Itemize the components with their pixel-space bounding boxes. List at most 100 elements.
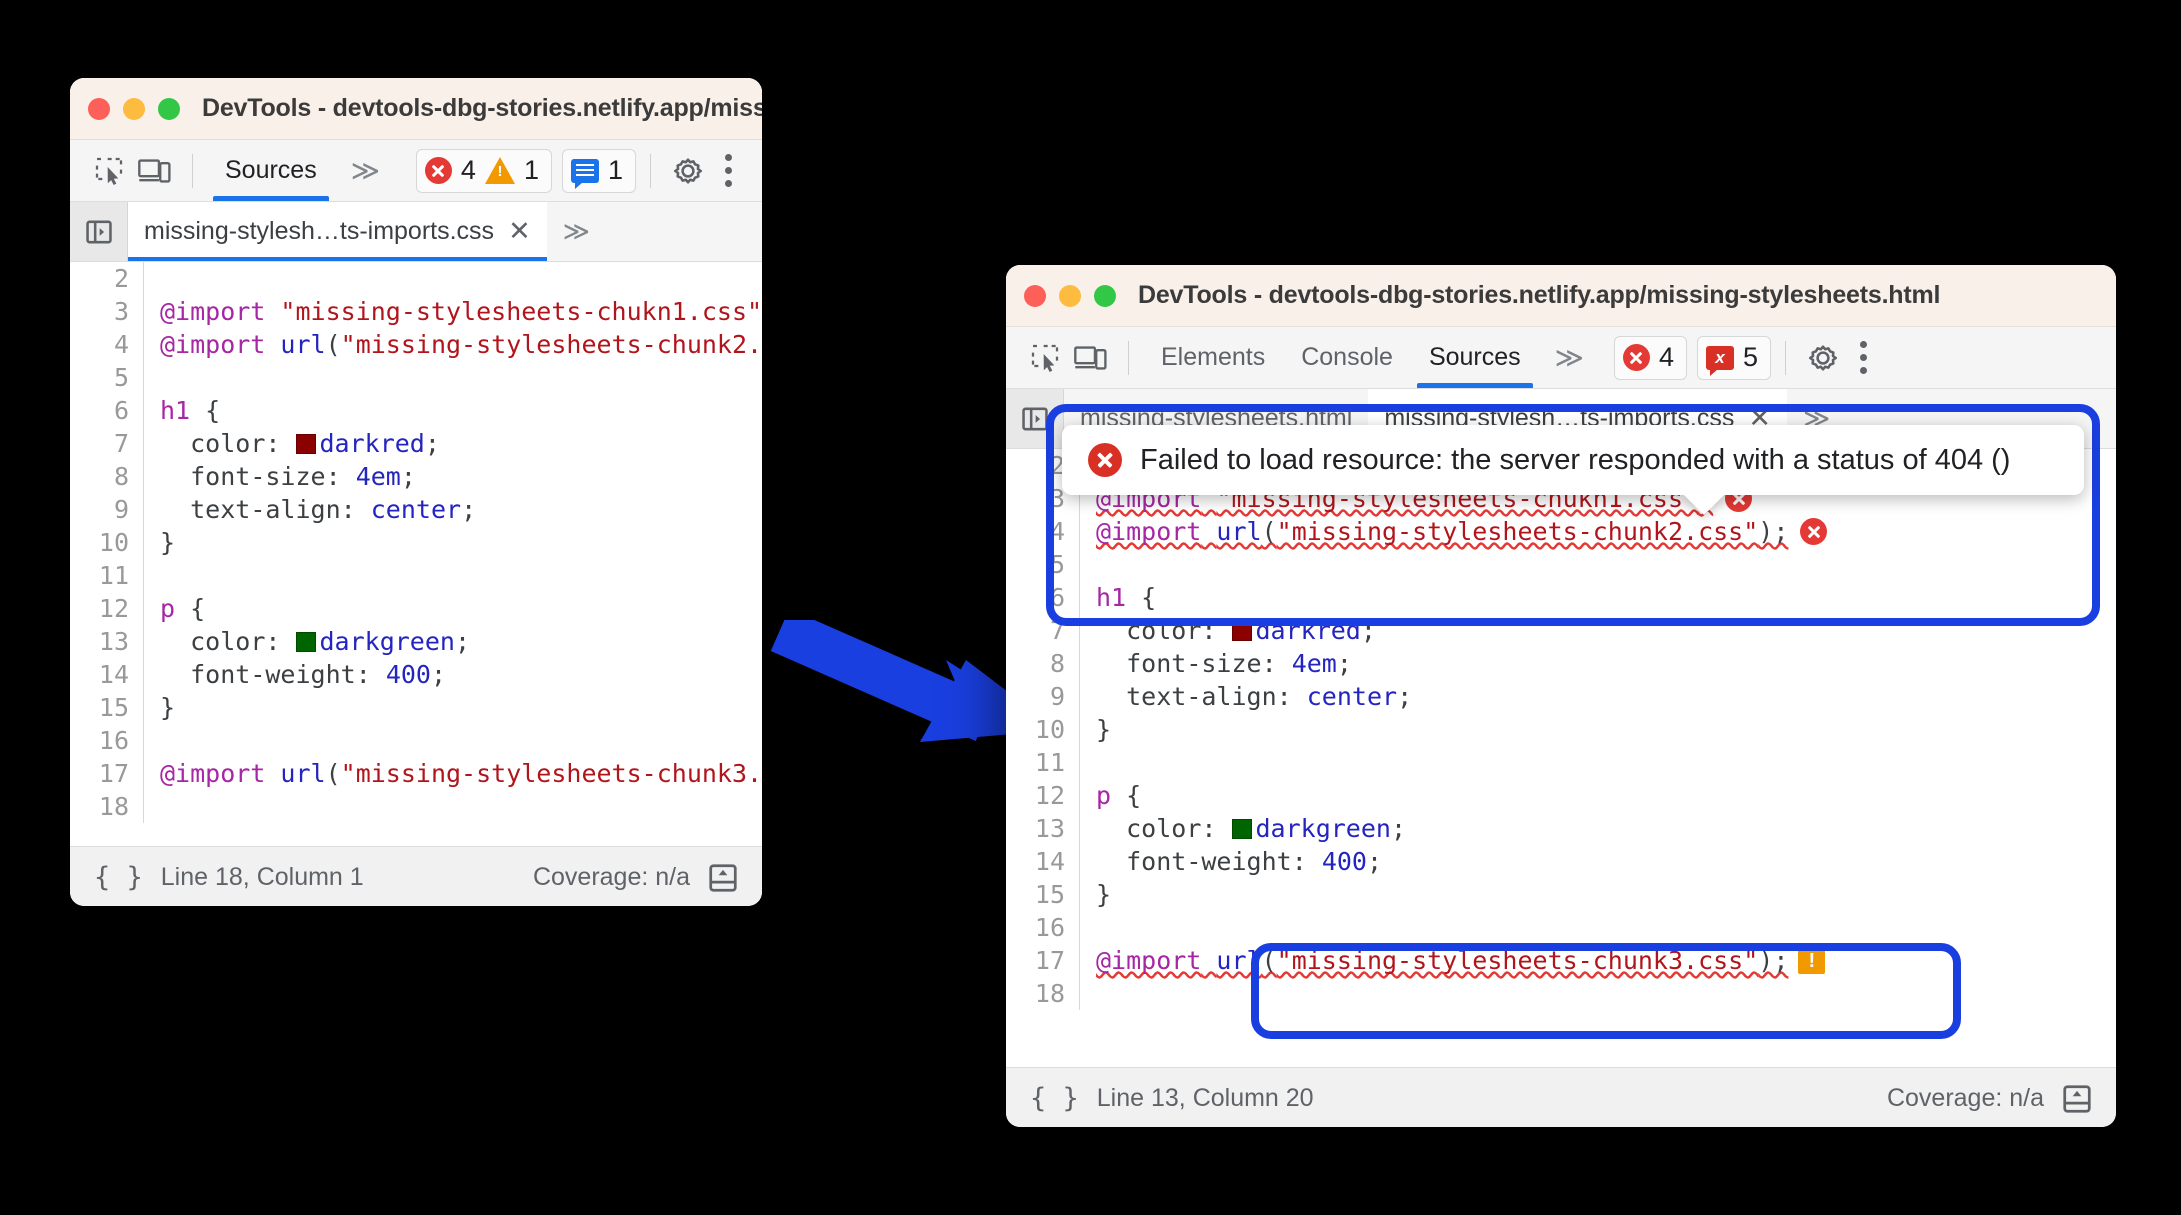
code-line[interactable]: 16 — [70, 724, 762, 757]
code-line[interactable]: 17 @import url("missing-stylesheets-chunk… — [70, 757, 762, 790]
window-1-code-editor[interactable]: 2 3 @import "missing-stylesheets-chukn1.cs… — [70, 262, 762, 846]
code-text[interactable]: color: darkred; — [1080, 614, 2116, 647]
code-text[interactable] — [1080, 548, 2116, 581]
tab-sources[interactable]: Sources — [207, 140, 335, 201]
tab-console[interactable]: Console — [1283, 327, 1411, 388]
code-line[interactable]: 17 @import url("missing-stylesheets-chunk… — [1006, 944, 2116, 977]
close-icon[interactable]: ✕ — [508, 218, 531, 245]
inline-warning-icon[interactable] — [1798, 947, 1826, 974]
code-line[interactable]: 10} — [1006, 713, 2116, 746]
code-line[interactable]: 6 h1 { — [1006, 581, 2116, 614]
devtools-window-2[interactable]: DevTools - devtools-dbg-stories.netlify.… — [1006, 265, 2116, 1127]
code-text[interactable]: color: darkgreen; — [144, 625, 762, 658]
code-line[interactable]: 5 — [1006, 548, 2116, 581]
code-line[interactable]: 13 color: darkgreen; — [1006, 812, 2116, 845]
code-text[interactable]: font-size: 4em; — [1080, 647, 2116, 680]
code-text[interactable]: h1 { — [1080, 581, 2116, 614]
code-line[interactable]: 7 color: darkred; — [70, 427, 762, 460]
tab-sources-2[interactable]: Sources — [1411, 327, 1539, 388]
code-line[interactable]: 7 color: darkred; — [1006, 614, 2116, 647]
code-line[interactable]: 15} — [1006, 878, 2116, 911]
code-text[interactable]: color: darkgreen; — [1080, 812, 2116, 845]
minimize-window-button-2[interactable] — [1059, 284, 1081, 307]
navigator-toggle-icon-2[interactable] — [1006, 389, 1064, 448]
code-line[interactable]: 18 — [70, 790, 762, 823]
device-toolbar-icon[interactable] — [132, 148, 178, 194]
show-drawer-icon-2[interactable] — [2062, 1084, 2092, 1114]
traffic-lights-2[interactable] — [1024, 284, 1116, 307]
code-line[interactable]: 16 — [1006, 911, 2116, 944]
code-text[interactable]: font-weight: 400; — [144, 658, 762, 691]
code-line[interactable]: 3 @import "missing-stylesheets-chukn1.css… — [70, 295, 762, 328]
tab-elements[interactable]: Elements — [1143, 327, 1283, 388]
code-text[interactable] — [144, 790, 762, 823]
code-text[interactable]: @import url("missing-stylesheets-chunk3.… — [1080, 944, 2116, 977]
code-text[interactable]: text-align: center; — [144, 493, 762, 526]
code-text[interactable] — [144, 724, 762, 757]
code-text[interactable]: } — [1080, 713, 2116, 746]
more-panels-chevron-icon-2[interactable]: ≫ — [1539, 327, 1600, 388]
code-line[interactable]: 15} — [70, 691, 762, 724]
tabs-overflow-chevron-icon[interactable]: ≫ — [547, 202, 606, 261]
code-line[interactable]: 10} — [70, 526, 762, 559]
window-1-file-tabs[interactable]: missing-stylesh…ts-imports.css ✕ ≫ — [70, 202, 762, 262]
kebab-menu-icon-2[interactable] — [1846, 341, 1881, 374]
inspect-element-icon-2[interactable] — [1022, 335, 1068, 381]
navigator-toggle-icon[interactable] — [70, 202, 128, 261]
code-text[interactable] — [1080, 746, 2116, 779]
window-1-badges[interactable]: 4 1 1 — [415, 148, 636, 193]
code-line[interactable]: 4 @import url("missing-stylesheets-chunk2… — [1006, 515, 2116, 548]
code-text[interactable]: color: darkred; — [144, 427, 762, 460]
inline-error-icon[interactable] — [1800, 518, 1828, 545]
code-text[interactable] — [1080, 911, 2116, 944]
message-badge[interactable]: 1 — [561, 148, 636, 193]
code-text[interactable] — [144, 361, 762, 394]
code-line[interactable]: 12 p { — [70, 592, 762, 625]
traffic-lights[interactable] — [88, 97, 180, 120]
gear-icon-2[interactable] — [1800, 335, 1846, 381]
error-badge-2[interactable]: 4 — [1613, 335, 1688, 380]
code-text[interactable]: p { — [1080, 779, 2116, 812]
file-tab-missing-stylesheets-imports-css[interactable]: missing-stylesh…ts-imports.css ✕ — [128, 202, 547, 261]
issues-badge-2[interactable]: x 5 — [1697, 335, 1772, 380]
code-line[interactable]: 6 h1 { — [70, 394, 762, 427]
code-text[interactable]: @import url("missing-stylesheets-chunk2.… — [1080, 515, 2116, 548]
code-line[interactable]: 9 text-align: center; — [1006, 680, 2116, 713]
code-text[interactable]: font-weight: 400; — [1080, 845, 2116, 878]
code-line[interactable]: 2 — [70, 262, 762, 295]
code-line[interactable]: 13 color: darkgreen; — [70, 625, 762, 658]
code-text[interactable]: p { — [144, 592, 762, 625]
code-line[interactable]: 8 font-size: 4em; — [1006, 647, 2116, 680]
code-line[interactable]: 12 p { — [1006, 779, 2116, 812]
pretty-print-icon[interactable]: { } — [94, 862, 143, 893]
code-line[interactable]: 5 — [70, 361, 762, 394]
code-text[interactable]: } — [144, 691, 762, 724]
show-drawer-icon[interactable] — [708, 863, 738, 893]
code-text[interactable] — [144, 262, 762, 295]
code-text[interactable]: @import url("missing-stylesheets-chunk3.… — [144, 757, 762, 790]
window-2-badges[interactable]: 4 x 5 — [1613, 335, 1772, 380]
window-1-panel-tabs[interactable]: Sources — [207, 140, 335, 201]
window-2-code-editor[interactable]: 2 3 @import "missing-stylesheets-chukn1.cs… — [1006, 449, 2116, 1067]
code-text[interactable] — [144, 559, 762, 592]
kebab-menu-icon[interactable] — [711, 154, 746, 187]
code-text[interactable]: text-align: center; — [1080, 680, 2116, 713]
code-text[interactable]: @import url("missing-stylesheets-chunk2.… — [144, 328, 762, 361]
error-warning-badge-group[interactable]: 4 1 — [415, 148, 552, 193]
pretty-print-icon-2[interactable]: { } — [1030, 1083, 1079, 1114]
gear-icon[interactable] — [665, 148, 711, 194]
inspect-element-icon[interactable] — [86, 148, 132, 194]
code-line[interactable]: 8 font-size: 4em; — [70, 460, 762, 493]
code-text[interactable]: @import "missing-stylesheets-chukn1.css"… — [144, 295, 762, 328]
more-panels-chevron-icon[interactable]: ≫ — [335, 140, 396, 201]
code-text[interactable]: } — [144, 526, 762, 559]
code-line[interactable]: 11 — [1006, 746, 2116, 779]
window-2-panel-tabs[interactable]: Elements Console Sources — [1143, 327, 1539, 388]
maximize-window-button-2[interactable] — [1094, 284, 1116, 307]
code-line[interactable]: 14 font-weight: 400; — [70, 658, 762, 691]
maximize-window-button[interactable] — [158, 97, 180, 120]
code-text[interactable]: } — [1080, 878, 2116, 911]
code-text[interactable]: h1 { — [144, 394, 762, 427]
code-text[interactable] — [1080, 977, 2116, 1010]
code-line[interactable]: 14 font-weight: 400; — [1006, 845, 2116, 878]
